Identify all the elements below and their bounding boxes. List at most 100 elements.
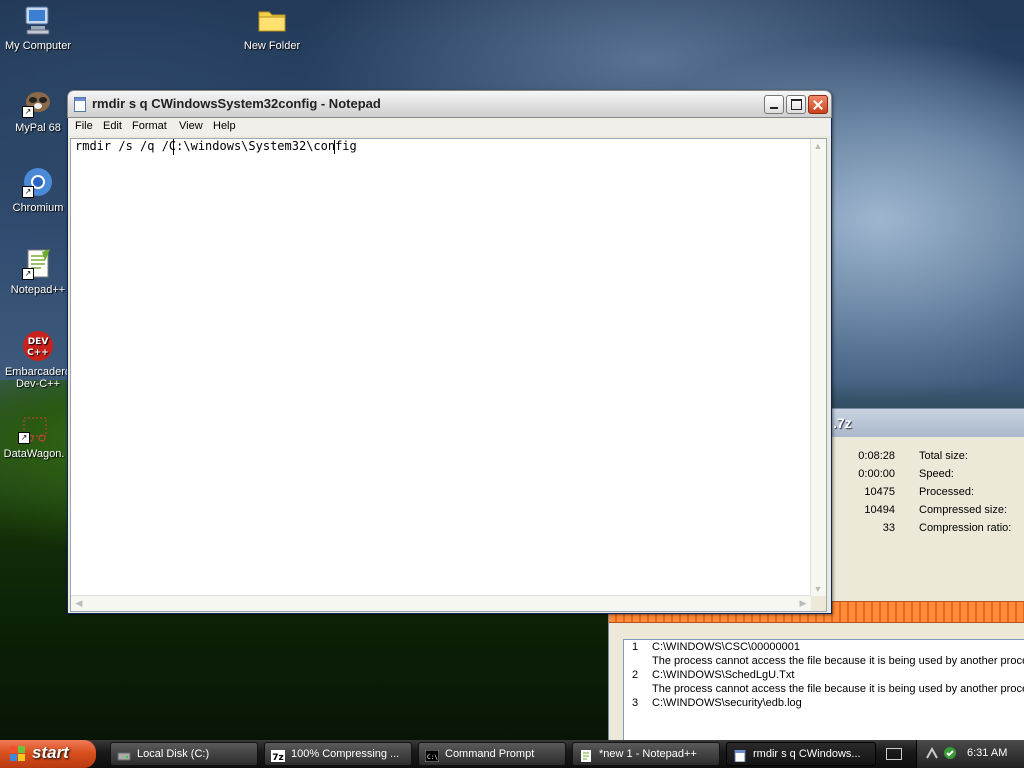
svg-text:7z: 7z <box>272 753 284 762</box>
desktop-icon-new-folder[interactable]: New Folder <box>234 4 310 52</box>
stat-value: 33 <box>882 522 895 534</box>
tray-network-icon[interactable] <box>925 746 939 760</box>
log-text: The process cannot access the file becau… <box>652 655 1024 667</box>
desktop-icon-label: DataWagon. <box>3 448 65 460</box>
menu-file[interactable]: File <box>75 120 93 132</box>
notepadpp-icon <box>579 748 593 762</box>
drive-icon <box>117 748 131 761</box>
stat-value: 0:08:28 <box>858 450 895 462</box>
chromium-icon: ↗ <box>22 166 54 198</box>
notepadpp-icon: ↗ <box>22 248 54 280</box>
notepad-window[interactable]: rmdir s q CWindowsSystem32config - Notep… <box>67 90 832 614</box>
menu-help[interactable]: Help <box>213 120 236 132</box>
log-row: 3 C:\WINDOWS\security\edb.log <box>624 696 1024 710</box>
shortcut-arrow-icon: ↗ <box>22 106 34 118</box>
start-label: start <box>32 743 69 762</box>
window-title: rmdir s q CWindowsSystem32config - Notep… <box>92 96 381 111</box>
taskbar-button-label: rmdir s q CWindows... <box>753 748 861 760</box>
text-caret <box>334 140 335 154</box>
log-text: C:\WINDOWS\CSC\00000001 <box>652 641 800 653</box>
shortcut-arrow-icon: ↗ <box>22 268 34 280</box>
stat-row: 33 Compression ratio: <box>831 519 1024 537</box>
desktop-icon-label: Notepad++ <box>10 284 66 296</box>
text-editor[interactable]: rmdir /s /q /C:\windows\System32\config … <box>70 138 827 612</box>
shortcut-arrow-icon: ↗ <box>22 186 34 198</box>
stat-row: 0:00:00 Speed: <box>831 465 1024 483</box>
menu-edit[interactable]: Edit <box>103 120 122 132</box>
menu-view[interactable]: View <box>179 120 203 132</box>
scroll-up-arrow-icon[interactable]: ▲ <box>811 140 825 152</box>
desktop-icon-label: Embarcadero Dev-C++ <box>4 366 72 390</box>
datawagon-icon: ↗ <box>18 412 50 444</box>
stat-label: Processed: <box>919 486 975 498</box>
log-text: C:\WINDOWS\security\edb.log <box>652 697 802 709</box>
shortcut-arrow-icon: ↗ <box>18 432 30 444</box>
desktop-icon-devcpp[interactable]: DEV C++ Embarcadero Dev-C++ <box>0 330 76 390</box>
cmd-icon: C:\ <box>424 748 440 763</box>
desktop-icon-label: MyPal 68 <box>15 122 61 134</box>
svg-text:C++: C++ <box>27 348 49 358</box>
taskbar-button-label: Local Disk (C:) <box>137 748 210 760</box>
menu-bar: File Edit Format View Help <box>68 118 831 136</box>
7zip-error-log[interactable]: 1 C:\WINDOWS\CSC\00000001 The process can… <box>623 639 1024 741</box>
notepad-icon <box>74 97 86 112</box>
taskbar-button-notepad[interactable]: rmdir s q CWindows... <box>726 742 876 766</box>
desktop-icon-notepadpp[interactable]: ↗ Notepad++ <box>0 248 76 296</box>
desktop-icon-mypal[interactable]: ↗ MyPal 68 <box>0 86 76 134</box>
log-row: 2 C:\WINDOWS\SchedLgU.Txt <box>624 668 1024 682</box>
maximize-button[interactable] <box>786 95 806 114</box>
log-row: 1 C:\WINDOWS\CSC\00000001 <box>624 640 1024 654</box>
devcpp-icon: DEV C++ <box>22 330 54 362</box>
windows-logo-icon <box>10 746 26 762</box>
size-grip[interactable] <box>811 596 826 611</box>
stat-label: Total size: <box>919 450 968 462</box>
stat-row: 10494 Compressed size: <box>831 501 1024 519</box>
taskbar-button-notepadpp[interactable]: *new 1 - Notepad++ <box>572 742 720 766</box>
scroll-right-arrow-icon[interactable]: ▶ <box>796 597 810 609</box>
folder-icon <box>256 4 288 36</box>
7zip-stats: 0:08:28 Total size: 0:00:00 Speed: 10475 Pr… <box>831 447 1024 537</box>
menu-format[interactable]: Format <box>132 120 167 132</box>
taskbar-button-command-prompt[interactable]: C:\ Command Prompt <box>418 742 566 766</box>
start-button[interactable]: start <box>0 740 96 768</box>
stat-label: Compressed size: <box>919 504 1008 516</box>
stat-row: 10475 Processed: <box>831 483 1024 501</box>
stat-label: Compression ratio: <box>919 522 1012 534</box>
svg-text:DEV: DEV <box>28 337 49 347</box>
taskbar-button-7zip[interactable]: 7z 100% Compressing ... <box>264 742 412 766</box>
vertical-scrollbar[interactable]: ▲ ▼ <box>810 139 826 596</box>
desktop-icon-label: Chromium <box>12 202 64 214</box>
horizontal-scrollbar[interactable]: ◀ ▶ <box>71 595 811 611</box>
7zip-icon: 7z <box>271 748 285 763</box>
log-number: 2 <box>632 669 639 681</box>
stat-label: Speed: <box>919 468 954 480</box>
scroll-left-arrow-icon[interactable]: ◀ <box>72 597 86 609</box>
computer-icon <box>22 4 54 36</box>
notepad-icon <box>733 748 747 763</box>
stat-value: 10494 <box>864 504 895 516</box>
keyboard-icon[interactable] <box>886 748 902 760</box>
log-row: The process cannot access the file becau… <box>624 682 1024 696</box>
close-button[interactable] <box>808 95 828 114</box>
system-tray: 6:31 AM <box>916 740 1024 768</box>
log-text: C:\WINDOWS\SchedLgU.Txt <box>652 669 795 681</box>
clock[interactable]: 6:31 AM <box>967 747 1007 759</box>
scroll-down-arrow-icon[interactable]: ▼ <box>811 583 825 595</box>
stat-row: 0:08:28 Total size: <box>831 447 1024 465</box>
desktop-icon-chromium[interactable]: ↗ Chromium <box>0 166 76 214</box>
mypal-icon: ↗ <box>22 86 54 118</box>
log-number: 1 <box>632 641 639 653</box>
tray-update-icon[interactable] <box>943 746 957 760</box>
desktop-icon-datawagon[interactable]: ↗ DataWagon. <box>0 412 72 460</box>
log-text: The process cannot access the file becau… <box>652 683 1024 695</box>
stat-value: 0:00:00 <box>858 468 895 480</box>
log-number: 3 <box>632 697 639 709</box>
taskbar-button-label: Command Prompt <box>445 748 535 760</box>
minimize-button[interactable] <box>764 95 784 114</box>
notepad-title-bar[interactable]: rmdir s q CWindowsSystem32config - Notep… <box>67 90 832 118</box>
taskbar-button-label: *new 1 - Notepad++ <box>599 748 697 760</box>
taskbar-button-local-disk[interactable]: Local Disk (C:) <box>110 742 258 766</box>
editor-content[interactable]: rmdir /s /q /C:\windows\System32\config <box>75 139 357 153</box>
stat-value: 10475 <box>864 486 895 498</box>
desktop-icon-my-computer[interactable]: My Computer <box>0 4 76 52</box>
